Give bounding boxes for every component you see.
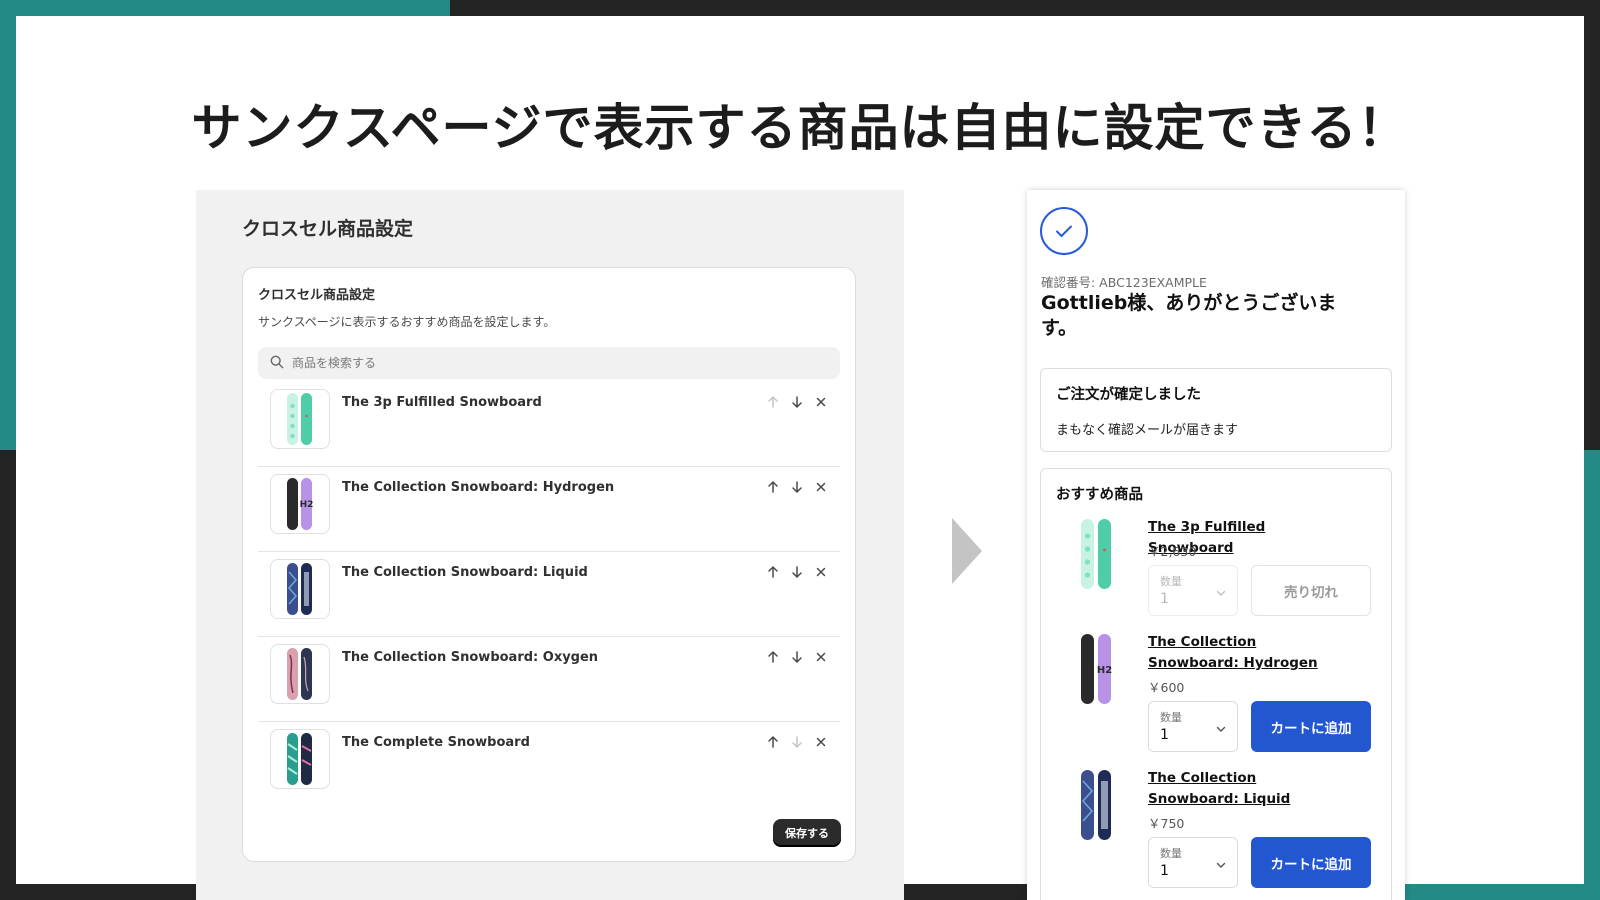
product-row: The Collection Snowboard: Oxygen <box>258 637 840 722</box>
remove-button[interactable] <box>812 478 830 496</box>
search-icon <box>270 354 292 373</box>
order-confirmed-subtitle: まもなく確認メールが届きます <box>1056 423 1239 438</box>
product-row: The Collection Snowboard: Liquid <box>258 552 840 637</box>
add-to-cart-button[interactable]: カートに追加 <box>1251 837 1371 888</box>
sold-out-button[interactable]: 売り切れ <box>1251 565 1371 616</box>
arrow-right-icon <box>952 518 982 584</box>
order-confirmed-box: ご注文が確定しました まもなく確認メールが届きます <box>1040 368 1392 452</box>
close-icon <box>816 482 826 492</box>
product-name: The Collection Snowboard: Hydrogen <box>342 480 615 495</box>
product-image: H2 <box>1071 632 1121 706</box>
move-up-button[interactable] <box>764 563 782 581</box>
row-actions <box>764 563 830 581</box>
quantity-value: 1 <box>1160 591 1169 607</box>
quantity-label: 数量 <box>1160 711 1182 724</box>
cross-sell-product-list: The 3p Fulfilled Snowboard H2 The Collec… <box>258 382 840 807</box>
product-search[interactable] <box>258 347 840 379</box>
recommended-title: おすすめ商品 <box>1056 487 1143 503</box>
save-button[interactable]: 保存する <box>773 819 841 847</box>
close-icon <box>816 652 826 662</box>
product-image <box>1071 517 1121 591</box>
check-circle-icon <box>1040 207 1088 255</box>
product-link[interactable]: The Collection Snowboard: Liquid <box>1148 768 1348 810</box>
close-icon <box>816 737 826 747</box>
page-headline: サンクスページで表示する商品は自由に設定できる！ <box>191 99 1409 157</box>
chevron-down-icon <box>1215 584 1227 603</box>
product-thumbnail: H2 <box>270 474 330 534</box>
remove-button[interactable] <box>812 393 830 411</box>
move-up-button[interactable] <box>764 393 782 411</box>
arrow-up-icon <box>768 396 778 408</box>
close-icon <box>816 397 826 407</box>
product-thumbnail <box>270 389 330 449</box>
arrow-down-icon <box>792 396 802 408</box>
quantity-value: 1 <box>1160 863 1169 879</box>
chevron-down-icon <box>1215 720 1227 739</box>
product-thumbnail <box>270 729 330 789</box>
product-thumbnail <box>270 559 330 619</box>
admin-panel: クロスセル商品設定 クロスセル商品設定 サンクスページに表示するおすすめ商品を設… <box>196 190 904 900</box>
move-up-button[interactable] <box>764 478 782 496</box>
search-input[interactable] <box>292 356 812 370</box>
confirmation-number: 確認番号: ABC123EXAMPLE <box>1041 275 1207 290</box>
product-name: The Complete Snowboard <box>342 735 530 750</box>
svg-text:H2: H2 <box>300 500 314 510</box>
move-up-button[interactable] <box>764 648 782 666</box>
product-price: ￥750 <box>1148 816 1185 831</box>
quantity-label: 数量 <box>1160 847 1182 860</box>
chevron-down-icon <box>1215 856 1227 875</box>
product-row: H2 The Collection Snowboard: Hydrogen <box>258 467 840 552</box>
remove-button[interactable] <box>812 563 830 581</box>
product-name: The Collection Snowboard: Oxygen <box>342 650 599 665</box>
product-image <box>1071 768 1121 842</box>
product-name: The Collection Snowboard: Liquid <box>342 565 588 580</box>
card-title: クロスセル商品設定 <box>258 288 376 303</box>
product-link[interactable]: The Collection Snowboard: Hydrogen <box>1148 632 1348 674</box>
admin-page-title: クロスセル商品設定 <box>242 218 414 240</box>
settings-card: クロスセル商品設定 サンクスページに表示するおすすめ商品を設定します。 商品を検… <box>242 267 856 862</box>
product-price: ￥2,630 <box>1148 544 1197 559</box>
svg-text:H2: H2 <box>1097 665 1112 676</box>
order-confirmed-title: ご注文が確定しました <box>1056 387 1201 403</box>
product-thumbnail <box>270 644 330 704</box>
thank-you-greeting: Gottlieb様、ありがとうございます。 <box>1041 292 1337 339</box>
row-actions <box>764 648 830 666</box>
arrow-up-icon <box>768 736 778 748</box>
arrow-down-icon <box>792 481 802 493</box>
arrow-down-icon <box>792 736 802 748</box>
product-row: The 3p Fulfilled Snowboard <box>258 382 840 467</box>
arrow-up-icon <box>768 651 778 663</box>
arrow-down-icon <box>792 651 802 663</box>
quantity-value: 1 <box>1160 727 1169 743</box>
add-to-cart-button[interactable]: カートに追加 <box>1251 701 1371 752</box>
quantity-label: 数量 <box>1160 575 1182 588</box>
arrow-down-icon <box>792 566 802 578</box>
remove-button[interactable] <box>812 733 830 751</box>
move-down-button[interactable] <box>788 393 806 411</box>
move-down-button[interactable] <box>788 563 806 581</box>
row-actions <box>764 393 830 411</box>
arrow-up-icon <box>768 481 778 493</box>
row-actions <box>764 733 830 751</box>
product-name: The 3p Fulfilled Snowboard <box>342 395 542 410</box>
product-row: The Complete Snowboard <box>258 722 840 807</box>
remove-button[interactable] <box>812 648 830 666</box>
row-actions <box>764 478 830 496</box>
move-down-button[interactable] <box>788 478 806 496</box>
recommended-products-box: おすすめ商品 The 3p Fulfilled Snowboard ￥2,630… <box>1040 468 1392 900</box>
product-price: ￥600 <box>1148 680 1185 695</box>
quantity-select[interactable]: 数量 1 <box>1148 837 1238 888</box>
thank-you-page: 確認番号: ABC123EXAMPLE Gottlieb様、ありがとうございます… <box>1027 190 1405 900</box>
arrow-up-icon <box>768 566 778 578</box>
close-icon <box>816 567 826 577</box>
card-description: サンクスページに表示するおすすめ商品を設定します。 <box>258 315 556 329</box>
quantity-select[interactable]: 数量 1 <box>1148 701 1238 752</box>
move-down-button[interactable] <box>788 648 806 666</box>
quantity-select[interactable]: 数量 1 <box>1148 565 1238 616</box>
move-down-button[interactable] <box>788 733 806 751</box>
move-up-button[interactable] <box>764 733 782 751</box>
